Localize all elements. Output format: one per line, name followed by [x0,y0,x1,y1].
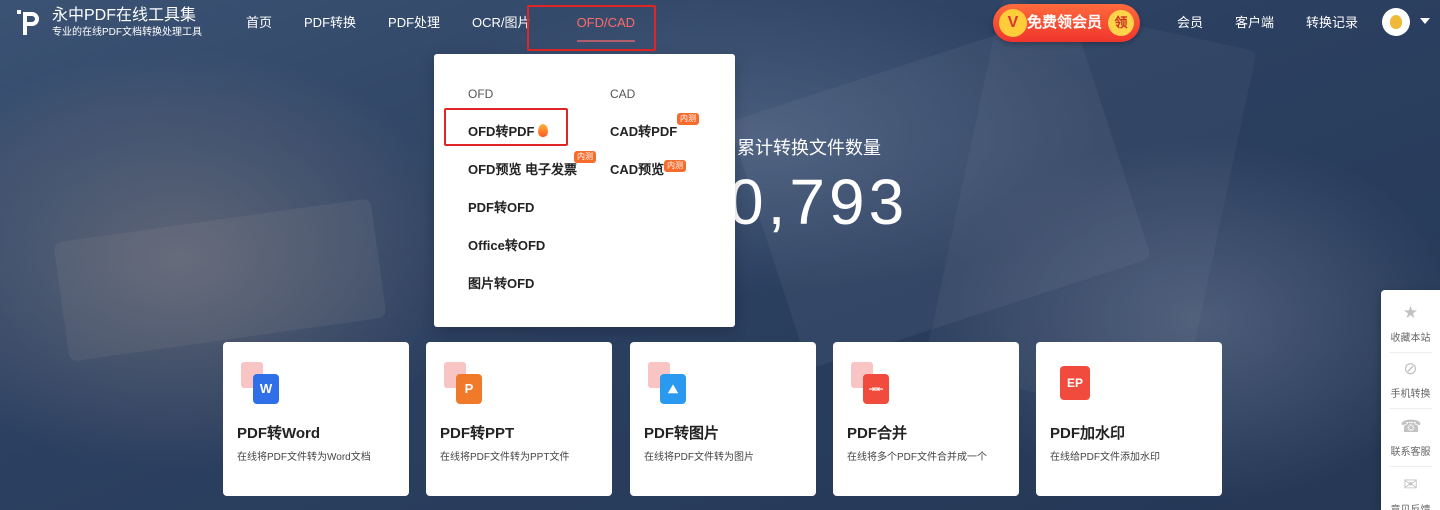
card-title: PDF转图片 [644,425,720,442]
beta-badge: 内测 [664,160,686,172]
nav-highlight-box [527,5,656,51]
card-desc: 在线将多个PDF文件合并成一个 [847,452,987,463]
card-desc: 在线将PDF文件转为Word文档 [237,452,371,463]
nav-membership[interactable]: 会员 [1165,0,1215,46]
card-title: PDF转Word [237,425,321,442]
nav-history[interactable]: 转换记录 [1294,0,1370,46]
nav-home[interactable]: 首页 [230,0,288,46]
nav-pdf-convert[interactable]: PDF转换 [288,0,372,46]
cad-heading: CAD [610,87,636,101]
menu-item-pdf-to-ofd[interactable]: PDF转OFD [468,197,534,216]
right-nav: 会员 客户端 转换记录 [1165,0,1370,46]
ofd-cad-dropdown: OFD OFD转PDF OFD预览 电子发票 内测 PDF转OFD Office… [434,54,735,327]
beta-badge: 内测 [677,113,699,125]
card-pdf-to-word[interactable]: W PDF转Word 在线将PDF文件转为Word文档 [223,342,409,496]
merge-icon: ⇥⇤ [849,362,891,406]
side-support[interactable]: ☎ 联系客服 [1381,417,1440,459]
card-desc: 在线将PDF文件转为PPT文件 [440,452,570,463]
card-pdf-merge[interactable]: ⇥⇤ PDF合并 在线将多个PDF文件合并成一个 [833,342,1019,496]
star-icon: ★ [1402,303,1419,322]
vip-v-icon: V [999,9,1027,37]
stats-number: 0,793 [728,166,909,238]
card-desc: 在线给PDF文件添加水印 [1050,452,1160,463]
nav-client[interactable]: 客户端 [1223,0,1286,46]
avatar[interactable] [1382,8,1410,36]
word-icon: W [239,362,281,406]
message-icon: ✉ [1403,475,1418,494]
card-pdf-watermark[interactable]: EP PDF加水印 在线给PDF文件添加水印 [1036,342,1222,496]
link-icon: ⊘ [1403,359,1418,378]
beta-badge: 内测 [574,151,596,163]
card-title: PDF转PPT [440,425,515,442]
card-desc: 在线将PDF文件转为图片 [644,452,754,463]
brand-name: 永中PDF在线工具集 [52,7,197,24]
headset-icon: ☎ [1400,417,1422,436]
side-toolbar: ★ 收藏本站 ⊘ 手机转换 ☎ 联系客服 ✉ 意见反馈 [1381,290,1440,510]
side-label: 收藏本站 [1390,333,1431,344]
brand[interactable]: 永中PDF在线工具集 专业的在线PDF文档转换处理工具 [52,7,202,40]
side-label: 意见反馈 [1381,501,1440,510]
side-label: 手机转换 [1390,389,1431,400]
watermark-icon: EP [1052,362,1094,406]
menu-item-office-to-ofd[interactable]: Office转OFD [468,235,545,254]
card-title: PDF加水印 [1050,425,1126,442]
menu-item-ofd-preview[interactable]: OFD预览 电子发票 内测 [468,151,596,178]
menu-item-label: CAD转PDF [610,124,678,139]
card-title: PDF合并 [847,425,908,442]
image-icon: ⛰ [646,362,688,406]
vip-label: 免费领会员 [1027,14,1103,31]
side-feedback[interactable]: ✉ 意见反馈 [1381,476,1440,510]
ppt-icon: P [442,362,484,406]
card-pdf-to-ppt[interactable]: P PDF转PPT 在线将PDF文件转为PPT文件 [426,342,612,496]
nav-pdf-process[interactable]: PDF处理 [372,0,456,46]
brand-tagline: 专业的在线PDF文档转换处理工具 [52,27,202,38]
chevron-down-icon[interactable] [1420,18,1430,24]
menu-item-cad-preview[interactable]: CAD预览 内测 [610,159,686,178]
logo-icon[interactable] [14,8,44,38]
menu-item-label: CAD预览 [610,162,665,177]
side-label: 联系客服 [1390,447,1431,458]
menu-item-cad-to-pdf[interactable]: CAD转PDF 内测 [610,113,699,140]
vip-claim-badge: 领 [1108,10,1134,36]
menu-item-image-to-ofd[interactable]: 图片转OFD [468,273,534,292]
card-pdf-to-image[interactable]: ⛰ PDF转图片 在线将PDF文件转为图片 [630,342,816,496]
ofd-heading: OFD [468,87,494,101]
menu-highlight-box [444,108,568,146]
top-header: 永中PDF在线工具集 专业的在线PDF文档转换处理工具 首页 PDF转换 PDF… [0,0,1440,51]
menu-item-label: OFD预览 电子发票 [468,162,578,177]
free-vip-button[interactable]: V 免费领会员 领 [993,4,1140,42]
stats-label: 累计转换文件数量 [737,138,881,158]
side-mobile[interactable]: ⊘ 手机转换 [1381,359,1440,401]
side-bookmark[interactable]: ★ 收藏本站 [1381,303,1440,345]
